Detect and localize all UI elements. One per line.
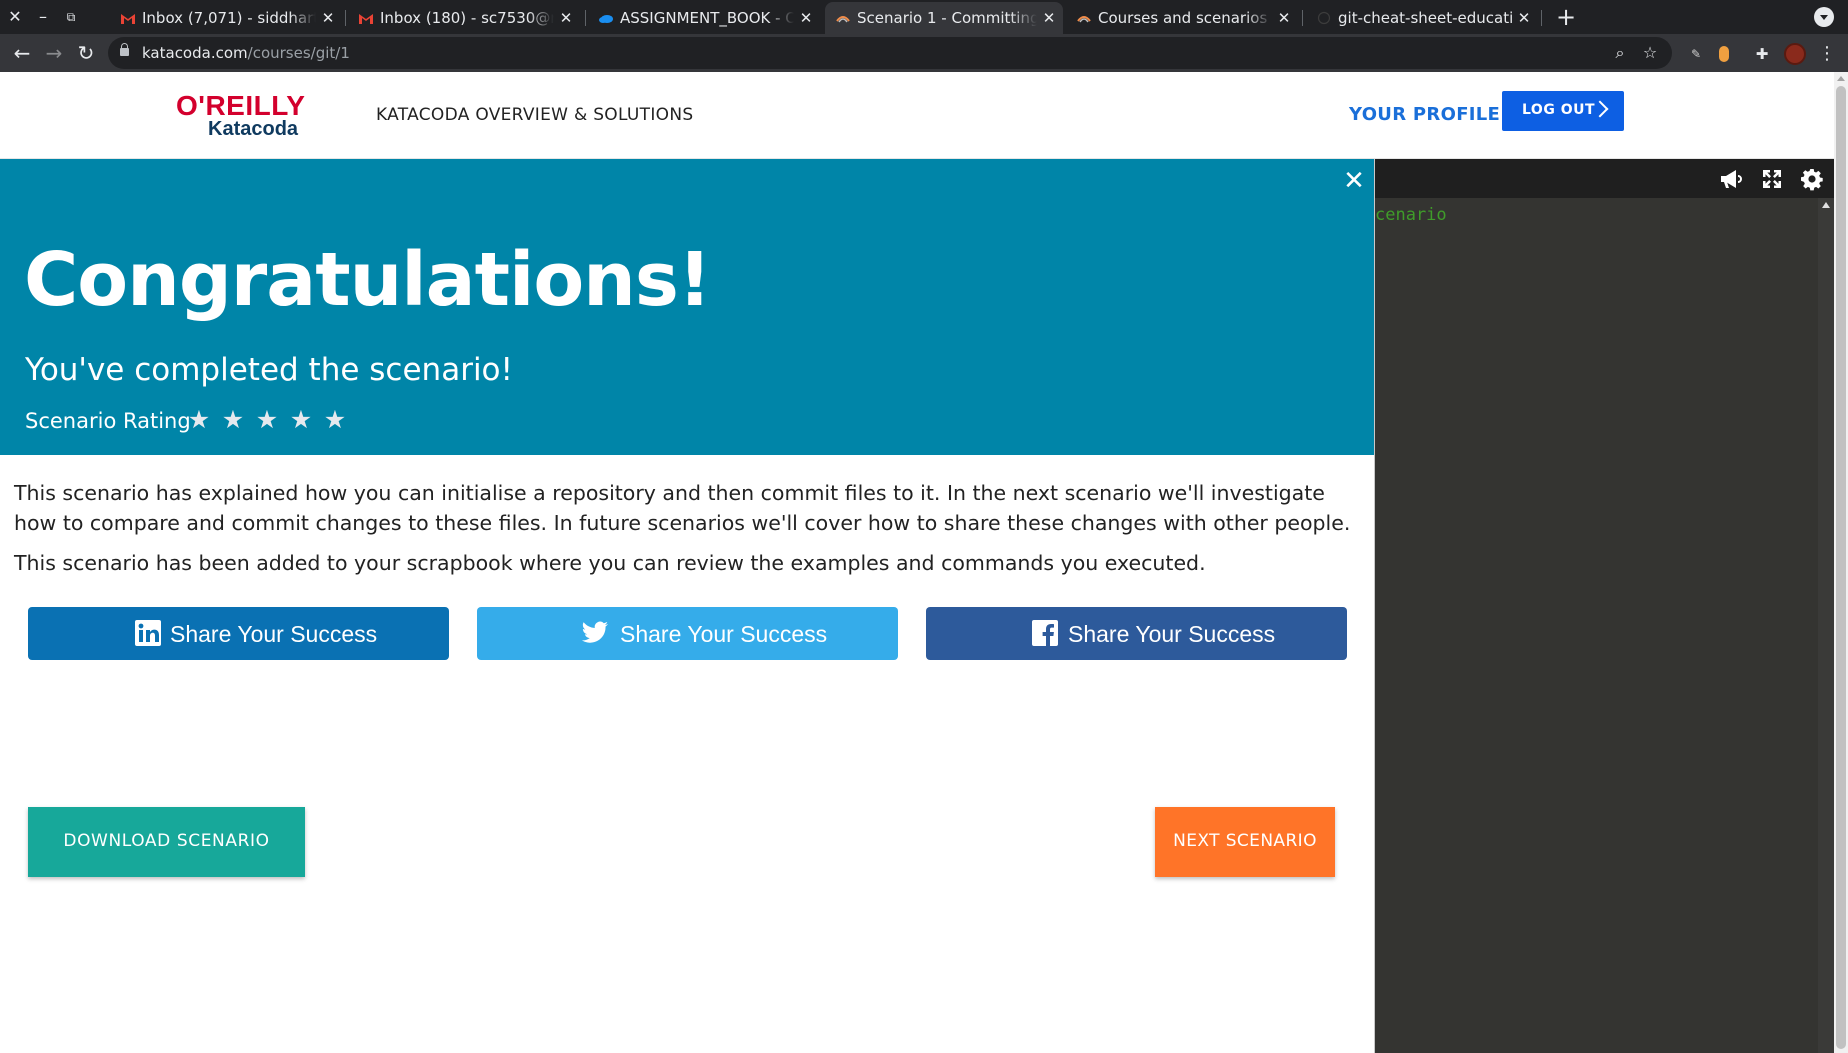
browser-toolbar: ← → ↻ katacoda.com/courses/git/1 ⌕ ☆ ✎ ✚… xyxy=(0,34,1848,72)
terminal-pane[interactable]: cenario xyxy=(1374,159,1835,1053)
logout-label: LOG OUT xyxy=(1522,102,1596,118)
window-minimize-icon[interactable]: – xyxy=(32,6,54,28)
window-close-icon[interactable]: ✕ xyxy=(4,6,26,28)
scenario-rating-label: Scenario Rating xyxy=(25,409,191,433)
share-facebook-button[interactable]: Share Your Success xyxy=(926,607,1347,660)
page-scrollbar[interactable] xyxy=(1834,72,1848,1053)
completed-subtitle: You've completed the scenario! xyxy=(25,352,513,388)
tab-title: git-cheat-sheet-education xyxy=(1338,9,1512,27)
tab-title: Scenario 1 - Committing F xyxy=(857,9,1037,27)
share-linkedin-label: Share Your Success xyxy=(170,621,378,647)
extensions-puzzle-icon[interactable]: ✚ xyxy=(1751,43,1773,65)
next-scenario-label: NEXT SCENARIO xyxy=(1173,831,1317,851)
browser-tab[interactable]: Inbox (7,071) - siddharth.c ✕ xyxy=(110,2,342,34)
browser-tab[interactable]: ASSIGNMENT_BOOK - On ✕ xyxy=(588,2,820,34)
linkedin-icon xyxy=(135,620,161,646)
extension-icon[interactable] xyxy=(1719,46,1729,62)
forward-arrow-icon[interactable]: → xyxy=(40,39,68,67)
tab-divider xyxy=(1541,10,1542,26)
back-arrow-icon[interactable]: ← xyxy=(8,39,36,67)
share-twitter-button[interactable]: Share Your Success xyxy=(477,607,898,660)
terminal-scrollbar[interactable] xyxy=(1818,198,1835,1053)
avatar[interactable] xyxy=(1784,43,1806,65)
url-host: katacoda.com xyxy=(142,44,248,62)
terminal-output: cenario xyxy=(1375,205,1447,225)
gmail-icon xyxy=(359,14,373,24)
onedrive-icon xyxy=(599,15,613,23)
share-facebook-label: Share Your Success xyxy=(1068,621,1276,647)
bookmark-star-icon[interactable]: ☆ xyxy=(1638,41,1662,65)
close-icon[interactable]: ✕ xyxy=(1342,168,1366,194)
tab-divider xyxy=(585,10,586,26)
tab-title: Inbox (7,071) - siddharth.c xyxy=(142,9,316,27)
github-icon xyxy=(1317,11,1331,25)
megaphone-icon[interactable] xyxy=(1718,167,1744,191)
expand-icon[interactable] xyxy=(1759,167,1785,191)
extension-icon[interactable]: ✎ xyxy=(1685,43,1707,65)
scroll-up-icon[interactable] xyxy=(1837,76,1845,81)
window-restore-icon[interactable]: ⧉ xyxy=(60,6,82,28)
tab-divider xyxy=(345,10,346,26)
download-scenario-label: DOWNLOAD SCENARIO xyxy=(63,831,270,851)
scenario-complete-pane: ✕ Congratulations! You've completed the … xyxy=(0,159,1374,1053)
katacoda-icon xyxy=(1077,16,1091,23)
gmail-icon xyxy=(121,14,135,24)
download-scenario-button[interactable]: DOWNLOAD SCENARIO xyxy=(28,807,305,877)
tab-search-icon[interactable] xyxy=(1814,7,1834,27)
logo-katacoda-text: Katacoda xyxy=(208,118,299,140)
close-icon[interactable]: ✕ xyxy=(1516,2,1532,34)
new-tab-icon[interactable]: + xyxy=(1552,3,1580,31)
close-icon[interactable]: ✕ xyxy=(558,2,574,34)
star-icon[interactable]: ★ xyxy=(254,407,280,433)
address-bar[interactable]: katacoda.com/courses/git/1 ⌕ ☆ xyxy=(108,37,1672,69)
facebook-icon xyxy=(1032,620,1058,646)
share-linkedin-button[interactable]: Share Your Success xyxy=(28,607,449,660)
close-icon[interactable]: ✕ xyxy=(1276,2,1292,34)
browser-tab-active[interactable]: Scenario 1 - Committing F ✕ xyxy=(825,2,1063,34)
url-text: katacoda.com/courses/git/1 xyxy=(142,37,350,69)
site-header: O'REILLY Katacoda KATACODA OVERVIEW & SO… xyxy=(0,72,1834,159)
congratulations-banner: ✕ Congratulations! You've completed the … xyxy=(0,159,1374,455)
star-icon[interactable]: ★ xyxy=(220,407,246,433)
star-icon[interactable]: ★ xyxy=(186,407,212,433)
share-twitter-label: Share Your Success xyxy=(620,621,828,647)
terminal-toolbar xyxy=(1375,159,1835,198)
close-icon[interactable]: ✕ xyxy=(798,2,814,34)
close-icon[interactable]: ✕ xyxy=(1041,2,1057,34)
tab-title: ASSIGNMENT_BOOK - On xyxy=(620,9,794,27)
lock-icon xyxy=(120,43,129,56)
twitter-icon xyxy=(581,621,608,643)
oreilly-katacoda-logo[interactable]: O'REILLY Katacoda xyxy=(176,90,316,142)
scrapbook-paragraph: This scenario has been added to your scr… xyxy=(14,551,1206,575)
browser-tab[interactable]: Courses and scenarios au ✕ xyxy=(1066,2,1298,34)
browser-tab-bar: ✕ – ⧉ Inbox (7,071) - siddharth.c ✕ Inbo… xyxy=(0,0,1848,34)
zoom-icon[interactable]: ⌕ xyxy=(1608,41,1632,65)
tab-title: Inbox (180) - sc7530@nyu.e xyxy=(380,9,554,27)
tab-divider xyxy=(1302,10,1303,26)
browser-tab[interactable]: git-cheat-sheet-education ✕ xyxy=(1306,2,1538,34)
next-scenario-button[interactable]: NEXT SCENARIO xyxy=(1155,807,1335,877)
close-icon[interactable]: ✕ xyxy=(320,2,336,34)
reload-icon[interactable]: ↻ xyxy=(72,39,100,67)
page-viewport: O'REILLY Katacoda KATACODA OVERVIEW & SO… xyxy=(0,72,1848,1053)
gear-icon[interactable] xyxy=(1799,167,1825,191)
tab-title: Courses and scenarios au xyxy=(1098,9,1272,27)
logout-button[interactable]: LOG OUT xyxy=(1502,91,1624,131)
url-path: /courses/git/1 xyxy=(247,44,350,62)
congratulations-title: Congratulations! xyxy=(24,237,712,323)
your-profile-link[interactable]: YOUR PROFILE xyxy=(1349,104,1500,125)
summary-paragraph: This scenario has explained how you can … xyxy=(14,481,1351,535)
overview-solutions-link[interactable]: KATACODA OVERVIEW & SOLUTIONS xyxy=(376,105,693,125)
star-icon[interactable]: ★ xyxy=(288,407,314,433)
katacoda-icon xyxy=(836,16,850,23)
scrollbar-thumb[interactable] xyxy=(1836,86,1846,1049)
star-icon[interactable]: ★ xyxy=(322,407,348,433)
browser-tab[interactable]: Inbox (180) - sc7530@nyu.e ✕ xyxy=(348,2,580,34)
browser-menu-icon[interactable]: ⋮ xyxy=(1816,43,1838,65)
